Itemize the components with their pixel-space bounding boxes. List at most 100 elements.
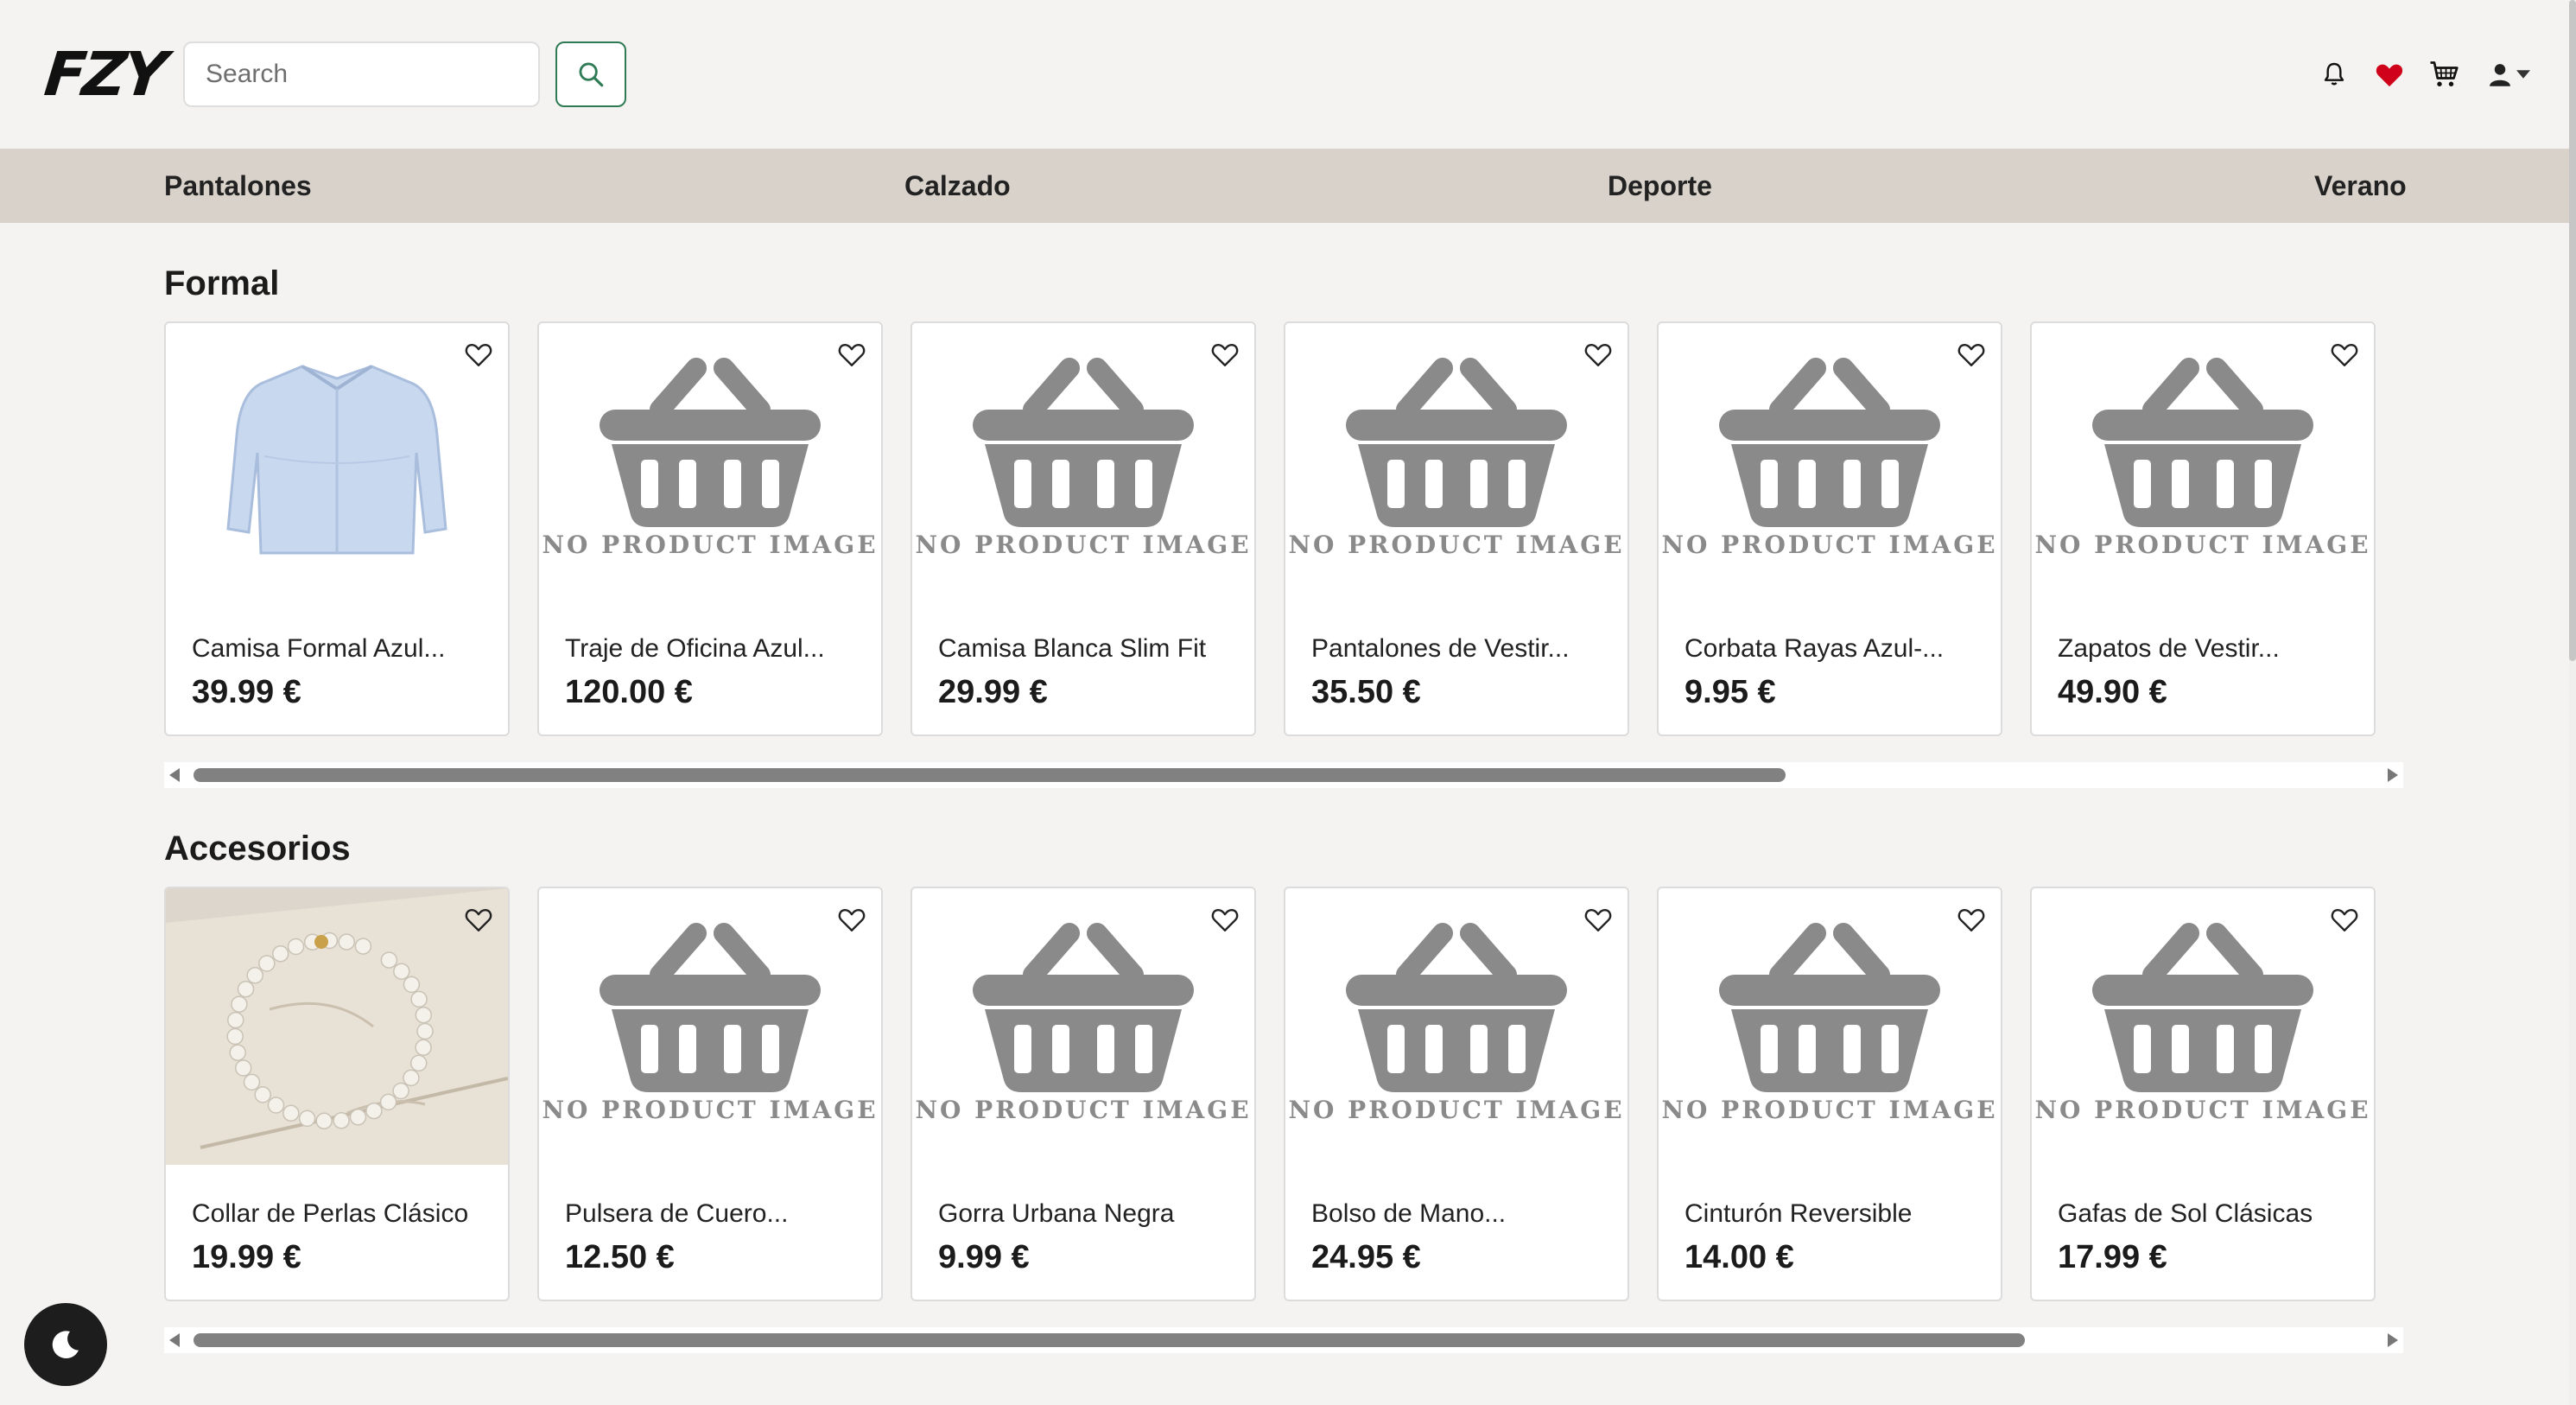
product-name[interactable]: Camisa Blanca Slim Fit [938,634,1240,664]
product-price: 35.50 € [1311,674,1421,710]
formal-row-scrollbar[interactable] [164,762,2403,788]
product-price: 12.50 € [565,1239,675,1275]
favorite-button[interactable] [1208,902,1242,937]
cart-button[interactable] [2427,57,2462,92]
no-product-image: NO PRODUCT IMAGE [539,888,881,1165]
product-image [166,888,508,1165]
product-card[interactable]: NO PRODUCT IMAGE Pantalones de Vestir... 3… [1284,321,1629,736]
product-image [166,323,508,600]
no-product-image: NO PRODUCT IMAGE [2032,888,2374,1165]
heart-outline-icon [2331,909,2358,931]
favorite-button[interactable] [1208,337,1242,372]
site-header: FZY [0,0,2576,149]
product-name[interactable]: Pulsera de Cuero... [565,1199,867,1229]
product-name[interactable]: Zapatos de Vestir... [2058,634,2360,664]
product-card[interactable]: NO PRODUCT IMAGE Camisa Blanca Slim Fit 29… [910,321,1256,736]
product-card[interactable]: NO PRODUCT IMAGE Gafas de Sol Clásicas 17.… [2030,887,2376,1301]
search-input[interactable] [183,41,540,107]
heart-outline-icon [1211,909,1239,931]
product-card[interactable]: Collar de Perlas Clásico 19.99 € [164,887,510,1301]
no-product-image: NO PRODUCT IMAGE [1285,323,1627,600]
product-name[interactable]: Gafas de Sol Clásicas [2058,1199,2360,1229]
scroll-right-arrow[interactable] [2388,1333,2398,1347]
favorite-button[interactable] [2327,337,2362,372]
caret-down-icon [2516,70,2530,79]
category-calzado[interactable]: Calzado [904,149,1011,223]
brand-logo[interactable]: FZY [41,39,168,110]
product-name[interactable]: Corbata Rayas Azul-... [1685,634,1987,664]
cart-icon [2430,61,2459,86]
no-image-label: NO PRODUCT IMAGE [1661,1096,1998,1124]
section-title-formal: Formal [164,264,280,302]
favorites-button[interactable] [2372,57,2407,92]
favorite-button[interactable] [834,337,869,372]
notifications-button[interactable] [2317,57,2351,92]
search-button[interactable] [555,41,626,107]
category-pantalones[interactable]: Pantalones [164,149,312,223]
no-image-label: NO PRODUCT IMAGE [1288,1096,1625,1124]
heart-outline-icon [465,344,492,366]
heart-outline-icon [1211,344,1239,366]
heart-outline-icon [2331,344,2358,366]
product-price: 29.99 € [938,674,1048,710]
product-card[interactable]: NO PRODUCT IMAGE Cinturón Reversible 14.00… [1657,887,2002,1301]
category-deporte[interactable]: Deporte [1608,149,1712,223]
product-card[interactable]: NO PRODUCT IMAGE Bolso de Mano... 24.95 € [1284,887,1629,1301]
product-card[interactable]: NO PRODUCT IMAGE Traje de Oficina Azul...… [537,321,883,736]
product-card[interactable]: NO PRODUCT IMAGE Gorra Urbana Negra 9.99 € [910,887,1256,1301]
heart-outline-icon [838,909,866,931]
scroll-right-arrow[interactable] [2388,768,2398,782]
page-scrollbar-thumb[interactable] [2569,0,2576,661]
formal-row-scrollbar-thumb[interactable] [194,768,1786,782]
favorite-button[interactable] [461,902,496,937]
favorite-button[interactable] [1954,902,1989,937]
category-verano[interactable]: Verano [2314,149,2407,223]
heart-outline-icon [465,909,492,931]
favorite-button[interactable] [1581,902,1615,937]
moon-icon [52,1331,79,1359]
product-price: 39.99 € [192,674,301,710]
favorite-button[interactable] [2327,902,2362,937]
product-name[interactable]: Pantalones de Vestir... [1311,634,1614,664]
scroll-left-arrow[interactable] [169,768,180,782]
product-card[interactable]: NO PRODUCT IMAGE Zapatos de Vestir... 49.9… [2030,321,2376,736]
product-name[interactable]: Camisa Formal Azul... [192,634,494,664]
no-product-image: NO PRODUCT IMAGE [1659,888,2001,1165]
favorite-button[interactable] [1581,337,1615,372]
heart-icon [2376,64,2403,87]
accesorios-row-scrollbar-thumb[interactable] [194,1333,2025,1347]
no-product-image: NO PRODUCT IMAGE [2032,323,2374,600]
no-image-label: NO PRODUCT IMAGE [542,1096,879,1124]
product-card[interactable]: NO PRODUCT IMAGE Pulsera de Cuero... 12.50… [537,887,883,1301]
product-name[interactable]: Traje de Oficina Azul... [565,634,867,664]
theme-toggle-button[interactable] [24,1303,107,1386]
product-name[interactable]: Gorra Urbana Negra [938,1199,1240,1229]
product-card[interactable]: Camisa Formal Azul... 39.99 € [164,321,510,736]
product-price: 49.90 € [2058,674,2167,710]
product-name[interactable]: Bolso de Mano... [1311,1199,1614,1229]
page-scrollbar[interactable] [2569,0,2576,1405]
category-nav: Pantalones Calzado Deporte Verano [0,149,2569,223]
section-title-accesorios: Accesorios [164,830,351,868]
product-price: 120.00 € [565,674,693,710]
user-menu-button[interactable] [2483,57,2535,92]
no-image-label: NO PRODUCT IMAGE [1661,531,1998,559]
product-price: 24.95 € [1311,1239,1421,1275]
favorite-button[interactable] [1954,337,1989,372]
product-price: 19.99 € [192,1239,301,1275]
no-image-label: NO PRODUCT IMAGE [1288,531,1625,559]
scroll-left-arrow[interactable] [169,1333,180,1347]
heart-outline-icon [1957,344,1985,366]
no-image-label: NO PRODUCT IMAGE [542,531,879,559]
bell-icon [2324,62,2344,86]
heart-outline-icon [1584,344,1612,366]
accesorios-row-scrollbar[interactable] [164,1327,2403,1353]
heart-outline-icon [838,344,866,366]
no-product-image: NO PRODUCT IMAGE [539,323,881,600]
favorite-button[interactable] [834,902,869,937]
product-price: 14.00 € [1685,1239,1794,1275]
product-card[interactable]: NO PRODUCT IMAGE Corbata Rayas Azul-... 9.… [1657,321,2002,736]
product-name[interactable]: Collar de Perlas Clásico [192,1199,494,1229]
favorite-button[interactable] [461,337,496,372]
product-name[interactable]: Cinturón Reversible [1685,1199,1987,1229]
